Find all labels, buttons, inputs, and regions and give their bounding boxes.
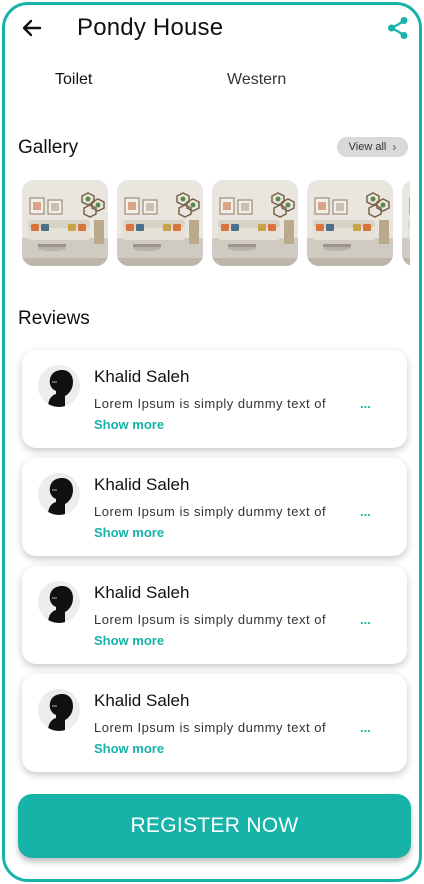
- living-room-photo: [22, 180, 108, 266]
- review-card: Khalid Saleh Lorem Ipsum is simply dummy…: [22, 566, 407, 664]
- user-silhouette-icon: [38, 581, 80, 623]
- user-silhouette-icon: [38, 473, 80, 515]
- spec-label: Toilet: [55, 71, 93, 88]
- gallery-title: Gallery: [18, 137, 79, 158]
- review-card: Khalid Saleh Lorem Ipsum is simply dummy…: [22, 350, 407, 448]
- show-more-link[interactable]: Show more: [94, 633, 164, 648]
- page-title: Pondy House: [77, 14, 224, 41]
- share-icon: [388, 17, 408, 39]
- review-ellipsis: ...: [360, 396, 371, 411]
- reviewer-name: Khalid Saleh: [94, 583, 190, 602]
- review-ellipsis: ...: [360, 720, 371, 735]
- review-ellipsis: ...: [360, 504, 371, 519]
- reviews-title: Reviews: [18, 308, 90, 329]
- review-text: Lorem Ipsum is simply dummy text of: [94, 720, 327, 735]
- review-card: Khalid Saleh Lorem Ipsum is simply dummy…: [22, 458, 407, 556]
- living-room-photo: [307, 180, 393, 266]
- living-room-photo: [212, 180, 298, 266]
- register-now-button[interactable]: REGISTER NOW: [18, 794, 411, 858]
- gallery-image[interactable]: [117, 180, 203, 266]
- avatar: [38, 581, 80, 623]
- gallery-strip[interactable]: [22, 180, 410, 266]
- show-more-link[interactable]: Show more: [94, 525, 164, 540]
- user-silhouette-icon: [38, 365, 80, 407]
- review-text: Lorem Ipsum is simply dummy text of: [94, 396, 327, 411]
- show-more-link[interactable]: Show more: [94, 741, 164, 756]
- view-all-button[interactable]: View all ›: [337, 137, 408, 157]
- review-text: Lorem Ipsum is simply dummy text of: [94, 612, 327, 627]
- review-card: Khalid Saleh Lorem Ipsum is simply dummy…: [22, 674, 407, 772]
- reviewer-name: Khalid Saleh: [94, 691, 190, 710]
- chevron-right-icon: ›: [392, 140, 397, 154]
- living-room-photo: [117, 180, 203, 266]
- gallery-image[interactable]: [402, 180, 410, 266]
- gallery-image[interactable]: [307, 180, 393, 266]
- avatar: [38, 689, 80, 731]
- user-silhouette-icon: [38, 689, 80, 731]
- reviewer-name: Khalid Saleh: [94, 475, 190, 494]
- arrow-left-icon: [22, 19, 42, 37]
- avatar: [38, 365, 80, 407]
- living-room-photo: [402, 180, 410, 266]
- app-header: Pondy House: [5, 5, 419, 55]
- gallery-image[interactable]: [22, 180, 108, 266]
- avatar: [38, 473, 80, 515]
- back-button[interactable]: [19, 15, 45, 41]
- review-text: Lorem Ipsum is simply dummy text of: [94, 504, 327, 519]
- show-more-link[interactable]: Show more: [94, 417, 164, 432]
- spec-value: Western: [227, 71, 287, 88]
- reviewer-name: Khalid Saleh: [94, 367, 190, 386]
- phone-frame: Pondy House Toilet Western Gallery View …: [2, 2, 422, 882]
- review-ellipsis: ...: [360, 612, 371, 627]
- share-button[interactable]: [385, 15, 411, 41]
- gallery-image[interactable]: [212, 180, 298, 266]
- view-all-label: View all: [348, 141, 387, 153]
